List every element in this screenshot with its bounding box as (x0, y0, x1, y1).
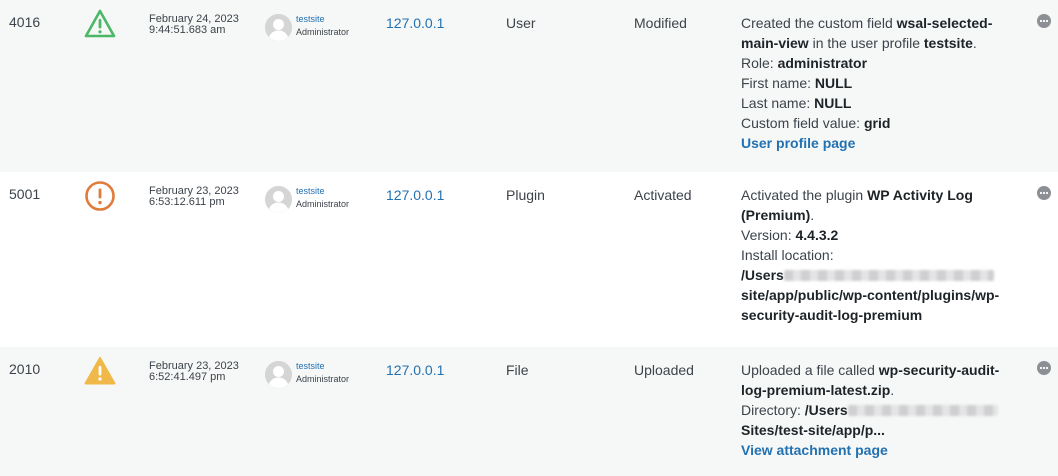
avatar (265, 186, 292, 213)
event-type: Activated (634, 187, 692, 203)
event-time: 9:44:51.683 am (149, 24, 226, 36)
table-row: 2010 February 23, 2023 6:52:41.497 pm te… (0, 347, 1058, 476)
event-user: testsite Administrator (265, 361, 375, 391)
event-datetime: February 23, 2023 6:52:41.497 pm (149, 361, 239, 383)
ip-link[interactable]: 127.0.0.1 (386, 187, 444, 203)
event-message: Created the custom field wsal-selected-m… (741, 15, 993, 151)
more-options-icon[interactable] (1037, 361, 1051, 375)
more-options-icon[interactable] (1037, 186, 1051, 200)
event-object: File (506, 362, 529, 378)
event-object: User (506, 15, 536, 31)
event-datetime: February 23, 2023 6:53:12.611 pm (149, 186, 239, 208)
redacted-path (783, 270, 994, 281)
event-time: 6:53:12.611 pm (149, 196, 225, 208)
ip-link[interactable]: 127.0.0.1 (386, 362, 444, 378)
table-row: 5001 February 23, 2023 6:53:12.611 pm te… (0, 172, 1058, 347)
event-user: testsite Administrator (265, 14, 375, 44)
user-role: Administrator (296, 374, 350, 384)
event-object: Plugin (506, 187, 545, 203)
alert-circle-icon (84, 180, 116, 212)
event-message: Activated the plugin WP Activity Log (Pr… (741, 187, 1000, 323)
event-user: testsite Administrator (265, 186, 375, 216)
user-role: Administrator (296, 199, 350, 209)
event-type: Uploaded (634, 362, 694, 378)
activity-log-table: 4016 February 24, 2023 9:44:51.683 am te… (0, 0, 1058, 476)
user-role: Administrator (296, 27, 350, 37)
user-link[interactable]: testsite (296, 14, 325, 24)
event-time: 6:52:41.497 pm (149, 371, 226, 383)
event-id: 2010 (9, 361, 41, 377)
user-profile-link[interactable]: User profile page (741, 135, 855, 151)
warning-triangle-icon (84, 8, 116, 40)
avatar (265, 14, 292, 41)
redacted-path (847, 405, 998, 416)
event-datetime: February 24, 2023 9:44:51.683 am (149, 14, 239, 36)
event-type: Modified (634, 15, 687, 31)
event-message: Uploaded a file called wp-security-audit… (741, 362, 1000, 458)
event-id: 5001 (9, 186, 41, 202)
event-id: 4016 (9, 14, 41, 30)
warning-filled-triangle-icon (84, 355, 116, 387)
table-row: 4016 February 24, 2023 9:44:51.683 am te… (0, 0, 1058, 172)
avatar (265, 361, 292, 388)
ip-link[interactable]: 127.0.0.1 (386, 15, 444, 31)
view-attachment-link[interactable]: View attachment page (741, 442, 888, 458)
more-options-icon[interactable] (1037, 14, 1051, 28)
user-link[interactable]: testsite (296, 361, 325, 371)
user-link[interactable]: testsite (296, 186, 325, 196)
